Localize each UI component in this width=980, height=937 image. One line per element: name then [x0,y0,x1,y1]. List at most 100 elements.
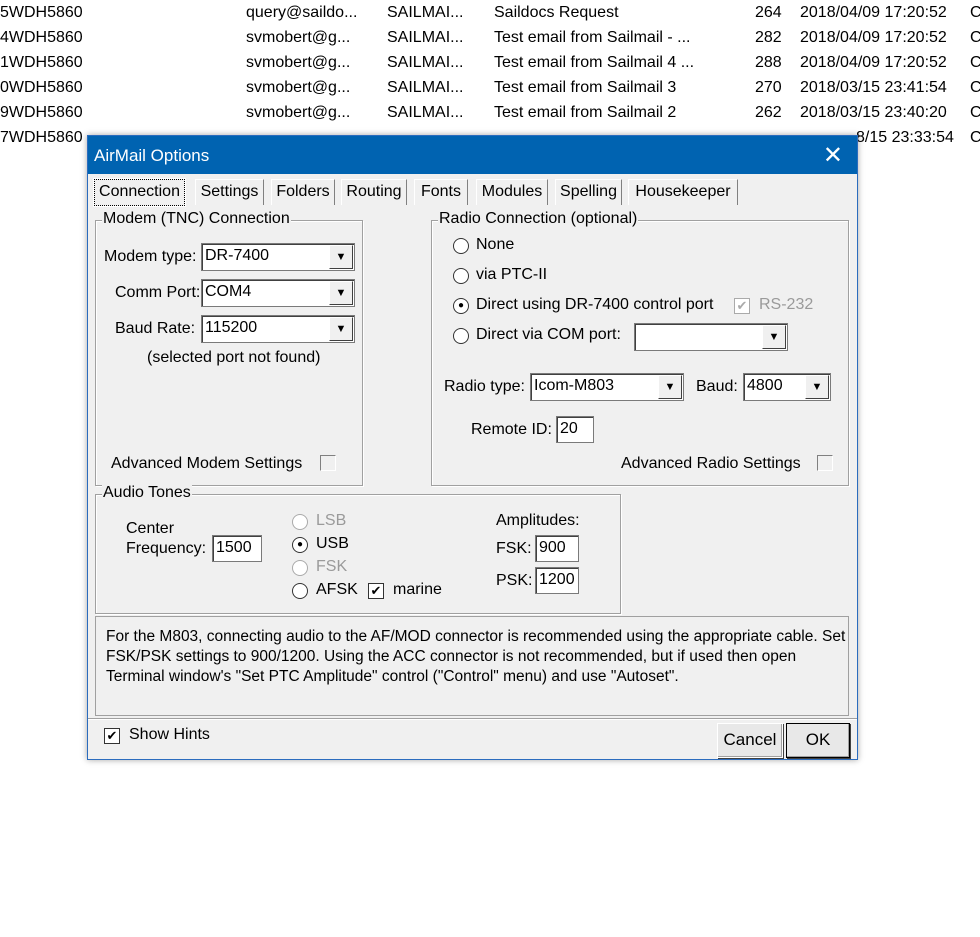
title-bar[interactable]: AirMail Options ✕ [88,136,857,174]
advanced-modem-checkbox[interactable] [320,455,336,471]
radio-direct-dr7400-label: Direct using DR-7400 control port [476,296,714,313]
fsk-amplitude-label: FSK: [496,540,532,557]
message-subject: Test email from Sailmail 3 [494,79,677,96]
baud-rate-label: Baud Rate: [115,320,196,337]
radio-direct-com[interactable] [453,328,469,344]
radio-none[interactable] [453,238,469,254]
ok-button[interactable]: OK [786,723,850,758]
remote-id-field[interactable]: 20 [556,416,594,443]
hint-box: For the M803, connecting audio to the AF… [95,616,849,716]
center-label: Center [126,520,175,537]
list-item[interactable]: 9WDH5860 svmobert@g... SAILMAI... Test e… [0,102,980,126]
comm-port-label: Comm Port: [115,284,201,301]
fsk-amplitude-field[interactable]: 900 [535,535,579,562]
message-to: SAILMAI... [387,29,464,46]
radio-direct-com-label: Direct via COM port: [476,326,621,343]
radio-com-port-select[interactable]: ▼ [634,323,788,351]
afsk-label: AFSK [316,581,358,598]
marine-checkbox[interactable]: ✔ [368,583,384,599]
chevron-down-icon[interactable]: ▼ [658,375,682,399]
list-item[interactable]: 1WDH5860 svmobert@g... SAILMAI... Test e… [0,52,980,76]
tab-folders[interactable]: Folders [271,179,335,205]
list-item[interactable]: 4WDH5860 svmobert@g... SAILMAI... Test e… [0,27,980,51]
message-to: SAILMAI... [387,79,464,96]
usb-label: USB [316,535,349,552]
advanced-radio-label: Advanced Radio Settings [621,455,801,472]
message-from: svmobert@g... [246,79,351,96]
psk-amplitude-label: PSK: [496,572,533,589]
message-id: 5WDH5860 [0,4,83,21]
radio-connection-group: Radio Connection (optional) None via PTC… [431,210,849,486]
message-to: SAILMAI... [387,104,464,121]
message-to: SAILMAI... [387,4,464,21]
modem-type-select[interactable]: DR-7400 ▼ [201,243,355,271]
center-frequency-field[interactable]: 1500 [212,535,262,562]
port-status-text: (selected port not found) [147,349,321,366]
message-subject: Saildocs Request [494,4,619,21]
message-id: 0WDH5860 [0,79,83,96]
message-size: 262 [755,104,782,121]
message-subject: Test email from Sailmail - ... [494,29,691,46]
audio-tones-group: Audio Tones Center Frequency: 1500 LSB ●… [95,484,621,614]
message-date: 2018/03/15 23:41:54 [800,79,947,96]
chevron-down-icon[interactable]: ▼ [805,375,829,399]
tab-fonts[interactable]: Fonts [414,179,468,205]
psk-amplitude-field[interactable]: 1200 [535,567,579,594]
message-date: 2018/04/09 17:20:52 [800,4,947,21]
message-from: svmobert@g... [246,104,351,121]
radio-ptc-label: via PTC-II [476,266,548,283]
modem-type-label: Modem type: [104,248,197,265]
radio-baud-label: Baud: [696,378,738,395]
close-icon[interactable]: ✕ [823,141,843,170]
message-flag: C [970,104,980,121]
radio-fsk[interactable] [292,560,308,576]
message-flag: C [970,4,980,21]
tab-spelling[interactable]: Spelling [555,179,622,205]
lsb-label: LSB [316,512,347,529]
message-date: 8/15 23:33:54 [856,129,954,146]
baud-rate-select[interactable]: 115200 ▼ [201,315,355,343]
message-flag: C [970,129,980,146]
chevron-down-icon[interactable]: ▼ [329,245,353,269]
radio-usb[interactable]: ● [292,537,308,553]
radio-baud-select[interactable]: 4800 ▼ [743,373,831,401]
tab-housekeeper[interactable]: Housekeeper [628,179,738,205]
rs232-checkbox[interactable]: ✔ [734,298,750,314]
list-item[interactable]: 0WDH5860 svmobert@g... SAILMAI... Test e… [0,77,980,101]
radio-ptc[interactable] [453,268,469,284]
message-id: 1WDH5860 [0,54,83,71]
chevron-down-icon[interactable]: ▼ [762,325,786,349]
radio-lsb[interactable] [292,514,308,530]
tab-modules[interactable]: Modules [476,179,548,205]
fsk-mode-label: FSK [316,558,348,575]
message-size: 282 [755,29,782,46]
show-hints-label: Show Hints [129,726,210,743]
group-label: Audio Tones [102,484,192,502]
message-flag: C [970,79,980,96]
message-flag: C [970,29,980,46]
tab-routing[interactable]: Routing [341,179,407,205]
show-hints-checkbox[interactable]: ✔ [104,728,120,744]
group-label: Modem (TNC) Connection [102,210,291,228]
airmail-options-dialog: AirMail Options ✕ Connection Settings Fo… [87,135,858,760]
footer-divider [88,718,857,720]
list-item[interactable]: 5WDH5860 query@saildo... SAILMAI... Sail… [0,2,980,26]
remote-id-label: Remote ID: [471,421,552,438]
chevron-down-icon[interactable]: ▼ [329,317,353,341]
cancel-button[interactable]: Cancel [717,723,783,758]
chevron-down-icon[interactable]: ▼ [329,281,353,305]
advanced-radio-checkbox[interactable] [817,455,833,471]
advanced-modem-label: Advanced Modem Settings [111,455,303,472]
radio-type-label: Radio type: [444,378,525,395]
message-date: 2018/03/15 23:40:20 [800,104,947,121]
radio-direct-dr7400[interactable]: ● [453,298,469,314]
rs232-label: RS-232 [759,296,814,313]
tab-connection[interactable]: Connection [93,178,186,207]
message-id: 4WDH5860 [0,29,83,46]
radio-type-select[interactable]: Icom-M803 ▼ [530,373,684,401]
radio-afsk[interactable] [292,583,308,599]
message-from: query@saildo... [246,4,358,21]
comm-port-select[interactable]: COM4 ▼ [201,279,355,307]
message-subject: Test email from Sailmail 4 ... [494,54,695,71]
tab-settings[interactable]: Settings [195,179,264,205]
